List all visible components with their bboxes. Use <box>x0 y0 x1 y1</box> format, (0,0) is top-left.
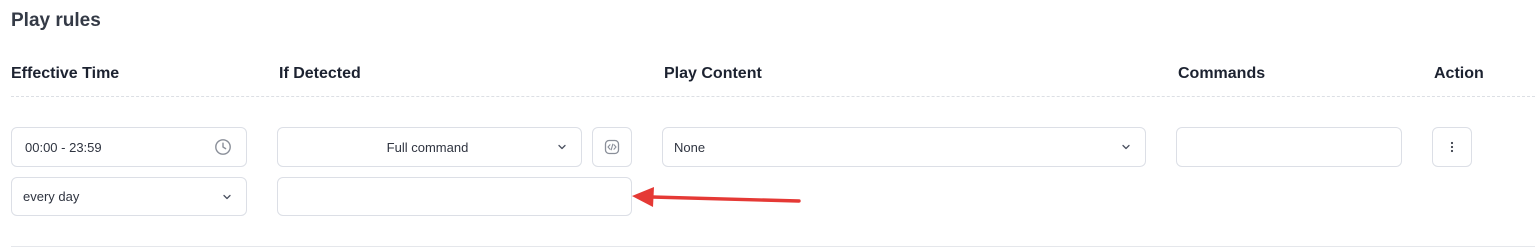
detect-mode-value: Full command <box>386 139 469 155</box>
clock-icon <box>214 138 232 156</box>
header-divider <box>11 96 1535 97</box>
commands-input[interactable] <box>1176 127 1402 167</box>
detect-mode-select[interactable]: Full command <box>277 127 582 167</box>
column-header-play-content: Play Content <box>664 65 762 82</box>
repeat-value: every day <box>23 189 80 204</box>
repeat-select[interactable]: every day <box>11 177 247 216</box>
chevron-down-icon <box>222 192 232 202</box>
play-content-value: None <box>674 139 706 155</box>
row-bottom-border <box>11 246 1535 247</box>
chevron-down-icon <box>557 142 567 152</box>
time-range-value: 00:00 - 23:59 <box>25 139 102 155</box>
column-header-if-detected: If Detected <box>279 65 361 82</box>
chevron-down-icon <box>1121 142 1131 152</box>
section-title: Play rules <box>11 10 101 31</box>
column-header-commands: Commands <box>1178 65 1266 82</box>
column-header-action: Action <box>1434 65 1484 82</box>
play-content-select[interactable]: None <box>662 127 1146 167</box>
code-icon <box>603 138 621 156</box>
column-header-effective-time: Effective Time <box>11 65 120 82</box>
action-menu-button[interactable] <box>1432 127 1472 167</box>
time-range-picker[interactable]: 00:00 - 23:59 <box>11 127 247 167</box>
code-button[interactable] <box>592 127 632 167</box>
more-vertical-icon <box>1449 140 1455 154</box>
detect-text-input[interactable] <box>277 177 632 216</box>
